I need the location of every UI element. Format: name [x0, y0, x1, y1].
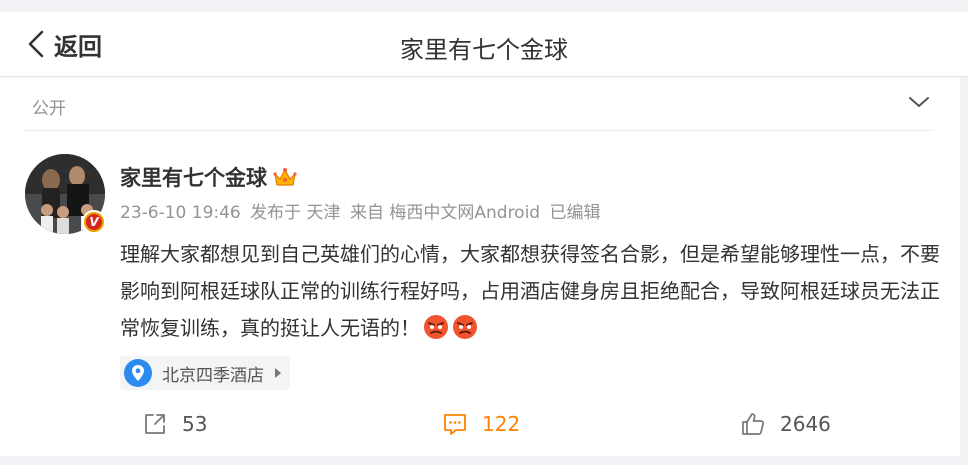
- like-count: 2646: [780, 412, 831, 436]
- like-button[interactable]: 2646: [740, 404, 831, 444]
- post-text: 理解大家都想见到自己英雄们的心情，大家都想获得签名合影，但是希望能够理性一点，不…: [120, 242, 940, 340]
- verified-badge-icon: V: [82, 210, 106, 234]
- comment-button[interactable]: 122: [442, 404, 520, 444]
- crown-icon: [273, 168, 297, 186]
- post-time[interactable]: 23-6-10 19:46: [120, 203, 241, 223]
- author-name[interactable]: 家里有七个金球: [120, 162, 267, 192]
- author-row: 家里有七个金球: [120, 162, 297, 192]
- location-pin-icon: [124, 359, 152, 387]
- share-button[interactable]: 53: [142, 404, 207, 444]
- verified-badge-letter: V: [89, 215, 99, 229]
- visibility-label: 公开: [32, 99, 66, 119]
- location-label: 北京四季酒店: [162, 365, 264, 386]
- chevron-right-icon: [275, 368, 281, 378]
- comment-icon: [444, 414, 466, 435]
- action-bar: 53 122 2646: [0, 404, 960, 444]
- page-title: 家里有七个金球: [400, 36, 568, 64]
- angry-emoji-icon: [424, 315, 448, 339]
- share-count: 53: [182, 412, 208, 436]
- share-icon: [145, 414, 165, 434]
- divider: [24, 130, 934, 131]
- edited-label[interactable]: 已编辑: [550, 203, 601, 223]
- chevron-down-icon[interactable]: [908, 95, 930, 109]
- visibility-row: 公开: [0, 78, 960, 130]
- post-card: 公开 V 家里有七个金球 23-6-10 19:46 发布于 天津 来自 梅西中…: [0, 78, 960, 456]
- post-location-info: 发布于 天津: [250, 203, 341, 223]
- post-source[interactable]: 来自 梅西中文网Android: [350, 203, 540, 223]
- top-bar: 返回 家里有七个金球: [0, 12, 968, 77]
- post-content: 理解大家都想见到自己英雄们的心情，大家都想获得签名合影，但是希望能够理性一点，不…: [120, 236, 940, 347]
- thumbs-up-icon: [742, 413, 764, 435]
- comment-count: 122: [482, 412, 521, 436]
- post-meta: 23-6-10 19:46 发布于 天津 来自 梅西中文网Android 已编辑: [120, 198, 605, 223]
- angry-emoji-icon: [453, 315, 477, 339]
- location-tag[interactable]: 北京四季酒店: [120, 356, 290, 390]
